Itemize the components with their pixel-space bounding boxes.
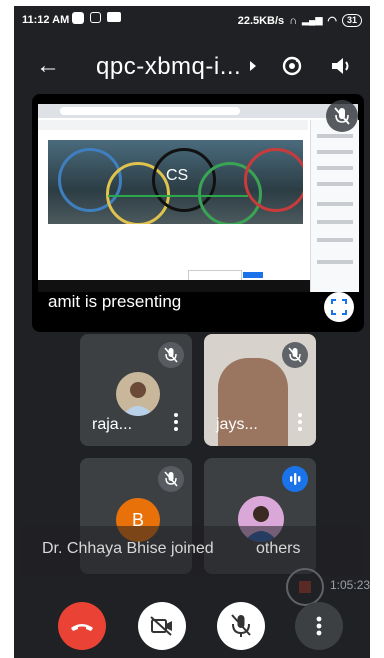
meeting-code[interactable]: qpc-xbmq-i... (96, 53, 241, 81)
speaker-icon[interactable] (330, 54, 352, 78)
call-header: ← qpc-xbmq-i... (14, 44, 370, 94)
status-right: 22.5KB/s ∩ ▂▄▆ ◠ 31 (238, 14, 362, 27)
shared-browser-bar (38, 104, 358, 118)
app-notification-icon (72, 12, 84, 24)
toast-others: others (256, 540, 301, 557)
mic-toggle-button[interactable] (217, 602, 265, 650)
mic-off-badge (158, 466, 184, 492)
meeting-info-chevron-icon[interactable] (250, 61, 256, 71)
back-arrow-icon[interactable]: ← (36, 52, 60, 80)
headphones-icon: ∩ (289, 14, 298, 27)
banner-text: CS (166, 167, 189, 184)
participant-name: jays... (216, 416, 258, 433)
wifi-icon: ◠ (327, 15, 337, 27)
stop-icon (299, 581, 311, 593)
switch-camera-icon[interactable] (280, 54, 304, 78)
shared-taskbar (38, 280, 310, 292)
recording-indicator[interactable] (286, 568, 324, 606)
toast-message: Dr. Chhaya Bhise joined (42, 540, 214, 557)
camera-toggle-button[interactable] (138, 602, 186, 650)
mic-off-badge (158, 342, 184, 368)
cast-icon (90, 12, 101, 23)
video-notification-icon (107, 12, 121, 22)
shared-app-bar (38, 120, 308, 130)
presenter-mic-off (326, 100, 358, 132)
recording-timer: 1:05:23 (330, 578, 370, 592)
presenting-caption: amit is presenting (48, 292, 182, 311)
speaking-indicator (282, 466, 308, 492)
battery-icon: 31 (341, 14, 362, 27)
more-vert-icon[interactable] (298, 413, 302, 434)
meet-call-screen: 11:12 AM 22.5KB/s ∩ ▂▄▆ ◠ 31 ← qpc-xbmq-… (14, 6, 370, 658)
mic-off-icon (288, 347, 302, 363)
mic-off-icon (334, 107, 350, 125)
shared-banner: CS (48, 140, 303, 224)
video-off-icon (150, 616, 172, 636)
more-vert-icon (316, 616, 322, 636)
mic-off-icon (231, 614, 251, 637)
signal-icon: ▂▄▆ (302, 15, 323, 25)
mic-off-icon (164, 347, 178, 363)
network-speed: 22.5KB/s (237, 14, 285, 27)
end-call-button[interactable] (58, 602, 106, 650)
participant-name: raja... (92, 416, 133, 433)
mic-off-icon (164, 471, 178, 487)
phone-hangup-icon (71, 624, 93, 631)
presentation-tile[interactable]: CS amit is presenting (32, 94, 364, 332)
fullscreen-button[interactable] (324, 292, 354, 322)
status-time: 11:12 AM (22, 14, 70, 26)
participant-tile-1[interactable]: raja... (80, 334, 192, 446)
mic-off-badge (282, 342, 308, 368)
shared-side-panel (310, 120, 359, 292)
more-vert-icon[interactable] (174, 413, 178, 434)
participant-avatar (116, 372, 160, 416)
more-options-button[interactable] (295, 602, 343, 650)
participant-tile-2[interactable]: jays... (204, 334, 316, 446)
notification-icons (72, 12, 121, 24)
fullscreen-icon (331, 299, 347, 315)
shared-blue-button (243, 272, 263, 278)
audio-level-icon (290, 473, 301, 485)
status-bar: 11:12 AM 22.5KB/s ∩ ▂▄▆ ◠ 31 (14, 6, 370, 34)
shared-screen: CS (38, 104, 359, 292)
